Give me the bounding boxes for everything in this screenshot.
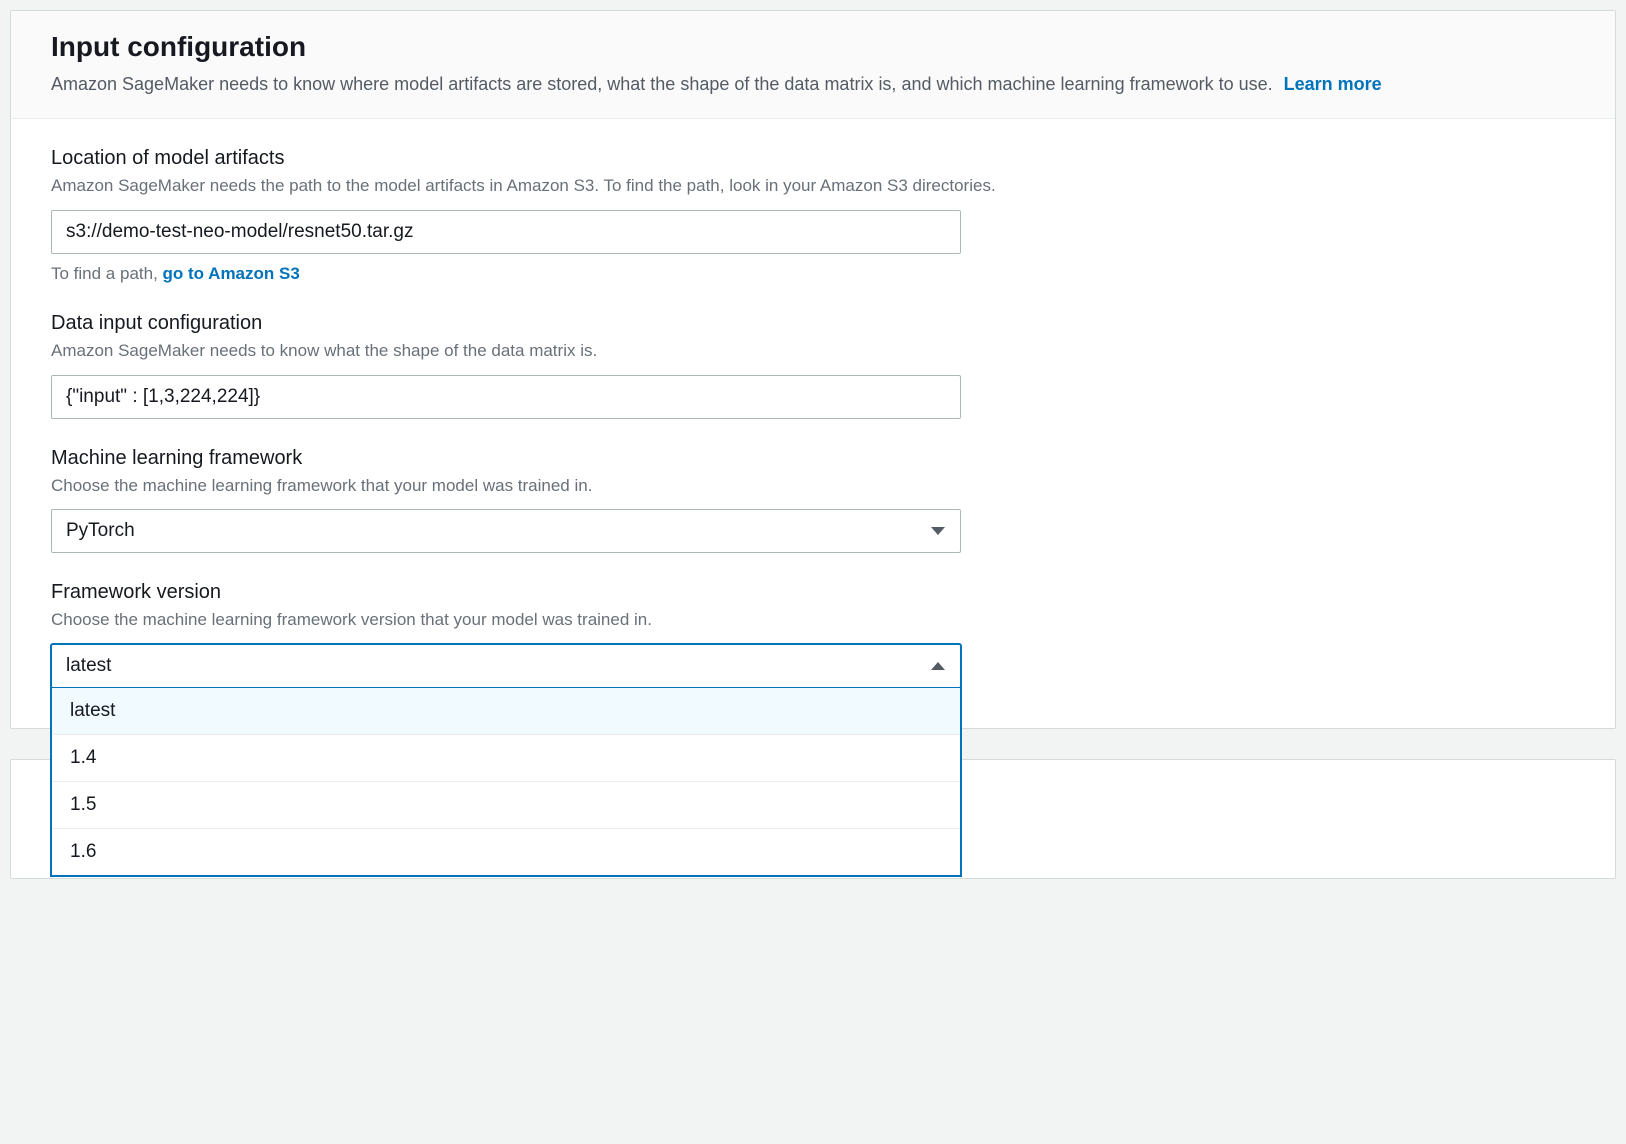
field-artifacts-location: Location of model artifacts Amazon SageM… xyxy=(51,147,1575,284)
panel-title: Input configuration xyxy=(51,31,1575,63)
framework-label: Machine learning framework xyxy=(51,447,1575,470)
artifacts-input[interactable] xyxy=(51,210,961,254)
artifacts-label: Location of model artifacts xyxy=(51,147,1575,170)
field-ml-framework: Machine learning framework Choose the ma… xyxy=(51,447,1575,554)
data-input-description: Amazon SageMaker needs to know what the … xyxy=(51,339,1575,363)
dropdown-option-1-6[interactable]: 1.6 xyxy=(52,829,960,875)
learn-more-link[interactable]: Learn more xyxy=(1284,74,1382,94)
dropdown-option-1-4[interactable]: 1.4 xyxy=(52,735,960,782)
framework-version-label: Framework version xyxy=(51,581,1575,604)
artifacts-hint: To find a path, go to Amazon S3 xyxy=(51,264,1575,284)
dropdown-option-latest[interactable]: latest xyxy=(52,688,960,735)
framework-select-value: PyTorch xyxy=(66,520,135,542)
panel-description-text: Amazon SageMaker needs to know where mod… xyxy=(51,74,1273,94)
framework-version-dropdown: latest 1.4 1.5 1.6 xyxy=(51,688,961,876)
dropdown-option-1-5[interactable]: 1.5 xyxy=(52,782,960,829)
data-input-label: Data input configuration xyxy=(51,312,1575,335)
field-framework-version: Framework version Choose the machine lea… xyxy=(51,581,1575,688)
panel-header: Input configuration Amazon SageMaker nee… xyxy=(11,11,1615,119)
panel-description: Amazon SageMaker needs to know where mod… xyxy=(51,71,1575,98)
artifacts-hint-prefix: To find a path, xyxy=(51,264,163,283)
data-input-input[interactable] xyxy=(51,375,961,419)
panel-body: Location of model artifacts Amazon SageM… xyxy=(11,119,1615,728)
framework-select[interactable]: PyTorch xyxy=(51,509,961,553)
artifacts-description: Amazon SageMaker needs the path to the m… xyxy=(51,174,1575,198)
field-data-input-config: Data input configuration Amazon SageMake… xyxy=(51,312,1575,419)
go-to-s3-link[interactable]: go to Amazon S3 xyxy=(163,264,300,283)
framework-description: Choose the machine learning framework th… xyxy=(51,474,1575,498)
framework-version-select-value: latest xyxy=(66,655,111,677)
framework-version-description: Choose the machine learning framework ve… xyxy=(51,608,1575,632)
input-configuration-panel: Input configuration Amazon SageMaker nee… xyxy=(10,10,1616,729)
framework-version-select[interactable]: latest latest 1.4 1.5 1.6 xyxy=(51,644,961,688)
